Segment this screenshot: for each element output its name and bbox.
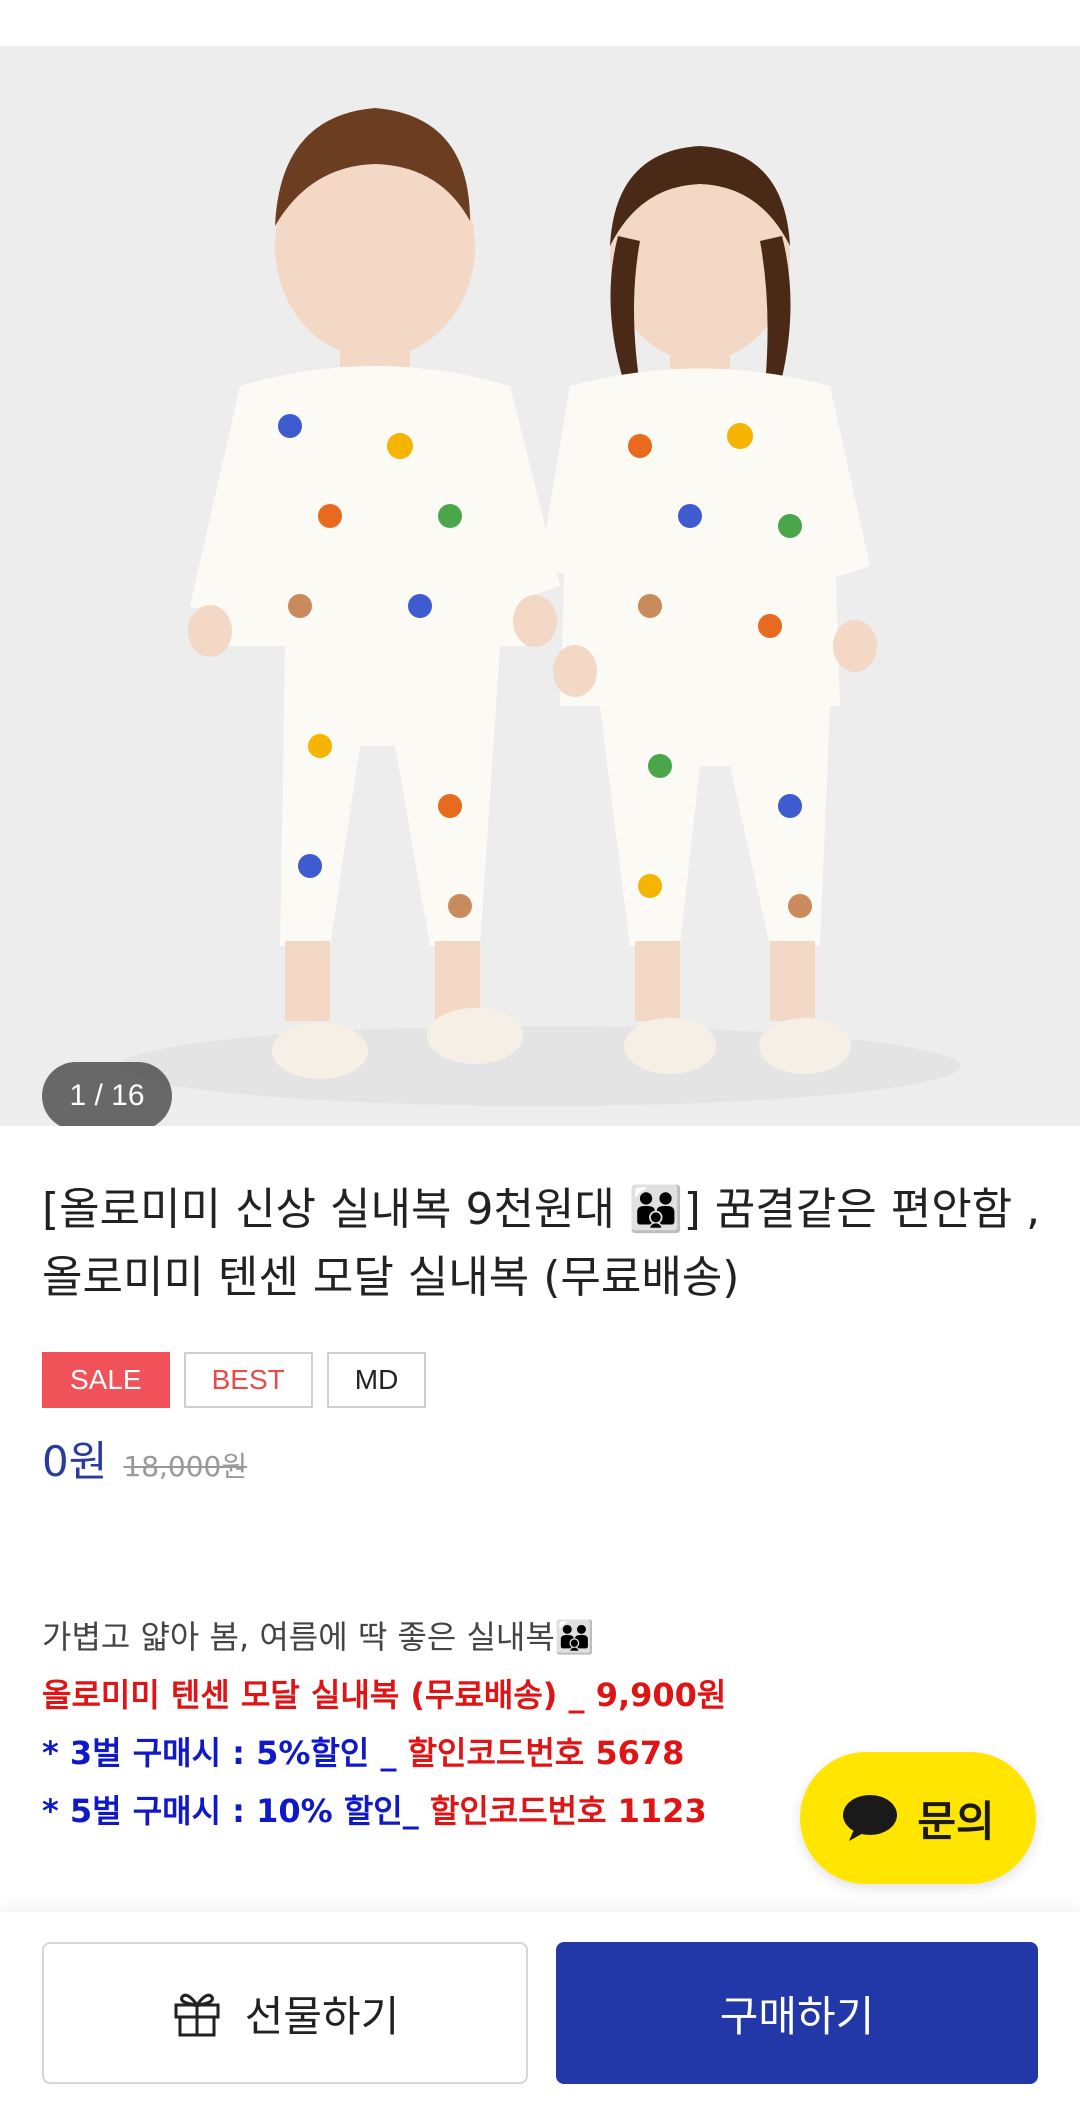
promo-price-line: 올로미미 텐센 모달 실내복 (무료배송) _ 9,900원 [42, 1676, 727, 1714]
gift-label: 선물하기 [244, 1991, 400, 2041]
best-badge: BEST [183, 1352, 313, 1408]
top-bar [0, 0, 1080, 46]
sale-badge: SALE [42, 1352, 170, 1408]
image-counter: 1 / 16 [42, 1062, 172, 1126]
promo-3-items-text: * 3벌 구매시 : 5%할인 _ [42, 1734, 408, 1772]
promo-5-items-text: * 5벌 구매시 : 10% 할인_ [42, 1792, 430, 1830]
original-price: 18,000원 [123, 1450, 248, 1483]
inquiry-label: 문의 [917, 1796, 995, 1846]
promo-5-items-code: 할인코드번호 1123 [429, 1792, 707, 1830]
buy-button[interactable]: 구매하기 [556, 1942, 1038, 2084]
promo-3-items-code: 할인코드번호 5678 [407, 1734, 685, 1772]
product-badges: SALE BEST MD [42, 1352, 427, 1412]
speech-bubble-icon [843, 1795, 898, 1841]
md-badge: MD [326, 1352, 427, 1408]
description-intro: 가볍고 얇아 봄, 여름에 딱 좋은 실내복👪 [42, 1618, 595, 1656]
buy-label: 구매하기 [719, 1991, 875, 2041]
current-price: 0원 [42, 1437, 108, 1486]
bottom-action-bar: 선물하기 구매하기 [0, 1912, 1080, 2125]
inquiry-chat-button[interactable]: 문의 [800, 1752, 1036, 1884]
product-image-gallery[interactable]: 1 / 16 [0, 46, 1080, 1126]
gift-button[interactable]: 선물하기 [42, 1942, 528, 2084]
price-row: 0원 18,000원 [42, 1428, 247, 1489]
gift-icon [174, 1993, 220, 2037]
product-photo [0, 46, 1080, 1126]
product-title: [올로미미 신상 실내복 9천원대 👪] 꿈결같은 편안함 , 올로미미 텐센 … [42, 1184, 1041, 1303]
